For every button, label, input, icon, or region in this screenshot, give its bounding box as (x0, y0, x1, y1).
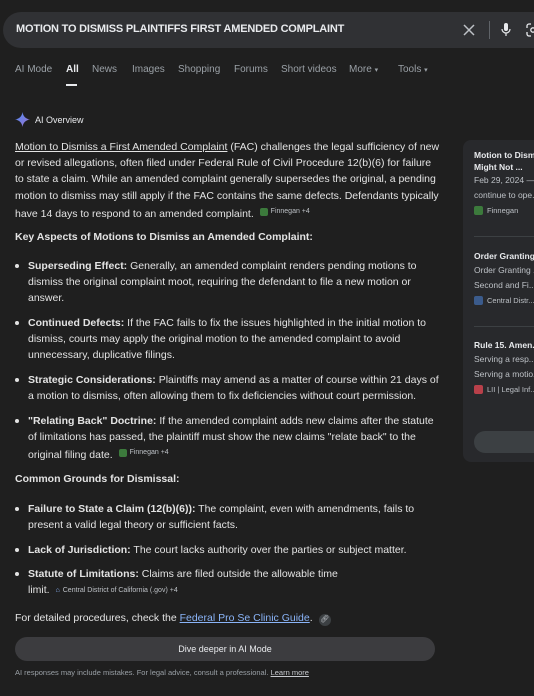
item-label: Continued Defects: (28, 316, 125, 329)
intro-link[interactable]: Motion to Dismiss a First Amended Compla… (15, 141, 227, 153)
tab-short-videos[interactable]: Short videos (281, 64, 337, 75)
finnegan-icon (474, 206, 483, 215)
search-results-page: MOTION TO DISMISS PLAINTIFFS FIRST AMEND… (0, 0, 534, 696)
tab-more[interactable]: More ▾ (349, 64, 378, 75)
search-tabs: AI Mode All News Images Shopping Forums … (0, 62, 534, 88)
source-chip-label: Finnegan +4 (270, 207, 310, 215)
item-text: The court lacks authority over the parti… (130, 543, 407, 556)
detail-suffix: . (309, 612, 313, 624)
item-text-cont: limit. (28, 584, 50, 597)
divider (474, 326, 534, 327)
grounds-list: Failure to State a Claim (12(b)(6)): The… (15, 501, 440, 608)
divider (474, 236, 534, 237)
tab-all[interactable]: All (66, 64, 79, 75)
clear-icon[interactable] (458, 12, 480, 48)
item-label: Superseding Effect: (28, 260, 128, 272)
search-query[interactable]: MOTION TO DISMISS PLAINTIFFS FIRST AMEND… (16, 23, 344, 35)
item-label: Strategic Considerations: (28, 373, 156, 386)
list-item: Strategic Considerations: Plaintiffs may… (15, 372, 440, 404)
chevron-down-icon: ▾ (374, 67, 379, 74)
active-tab-indicator (66, 84, 77, 86)
tab-tools[interactable]: Tools ▾ (398, 64, 428, 75)
source-site-label: Finnegan (487, 206, 519, 215)
tab-ai-mode[interactable]: AI Mode (15, 64, 52, 75)
source-title: Motion to Dismiss ... (474, 150, 534, 160)
key-aspects-heading: Key Aspects of Motions to Dismiss an Ame… (15, 231, 313, 243)
source-site-label: Central Distr... (487, 295, 534, 305)
link-icon[interactable]: 🔗︎ (318, 614, 331, 626)
dive-deeper-button[interactable]: Dive deeper in AI Mode (15, 637, 435, 661)
learn-more-link[interactable]: Learn more (271, 668, 309, 677)
list-item: Failure to State a Claim (12(b)(6)): The… (15, 501, 440, 533)
finnegan-icon (259, 207, 268, 216)
list-item: Continued Defects: If the FAC fails to f… (15, 315, 440, 364)
divider (489, 21, 490, 39)
courthouse-icon (474, 295, 483, 305)
key-aspects-list: Superseding Effect: Generally, an amende… (15, 258, 440, 472)
detail-prefix: For detailed procedures, check the (15, 612, 180, 624)
tab-more-label: More (349, 64, 372, 75)
item-label: Failure to State a Claim (12(b)(6)): (28, 503, 196, 515)
source-snippet: Order Granting ... (474, 264, 534, 275)
source-site: Central Distr... (474, 295, 534, 305)
lens-icon[interactable] (522, 12, 534, 48)
source-chip[interactable]: Finnegan +4 (118, 445, 169, 461)
lii-icon (474, 384, 483, 394)
microphone-icon[interactable] (495, 12, 517, 48)
item-label: Statute of Limitations: (28, 568, 139, 581)
sources-panel: Motion to Dismiss ... Might Not ... Feb … (463, 140, 534, 462)
list-item: Statute of Limitations: Claims are filed… (15, 566, 440, 599)
tab-images[interactable]: Images (132, 64, 165, 75)
detail-link[interactable]: Federal Pro Se Clinic Guide (180, 612, 310, 624)
item-label: Lack of Jurisdiction: (28, 543, 131, 556)
source-snippet: continue to ope... (474, 190, 534, 200)
list-item: Superseding Effect: Generally, an amende… (15, 258, 440, 307)
show-all-button[interactable] (474, 431, 534, 453)
disclaimer-text: AI responses may include mistakes. For l… (15, 668, 269, 677)
tab-shopping[interactable]: Shopping (178, 64, 220, 75)
item-label: "Relating Back" Doctrine: (28, 414, 157, 427)
list-item: "Relating Back" Doctrine: If the amended… (15, 413, 440, 464)
courthouse-icon: ⌂ (55, 587, 60, 595)
chevron-down-icon: ▾ (424, 67, 428, 74)
source-snippet: Second and Fi... (474, 279, 534, 290)
source-site: LII | Legal Inf... (474, 384, 534, 394)
detail-line: For detailed procedures, check the Feder… (15, 610, 440, 626)
source-site-label: LII | Legal Inf... (487, 384, 534, 394)
disclaimer: AI responses may include mistakes. For l… (15, 668, 309, 677)
ai-overview-title: AI Overview (35, 114, 84, 125)
source-chip-label: Central District of California (.gov) +4 (62, 587, 178, 595)
source-card[interactable]: Motion to Dismiss ... Might Not ... Feb … (474, 150, 534, 215)
tab-forums[interactable]: Forums (234, 64, 268, 75)
source-chip[interactable]: ⌂ Central District of California (.gov) +… (56, 583, 178, 599)
ai-overview-header: AI Overview (15, 112, 84, 127)
tab-tools-label: Tools (398, 64, 422, 75)
overview-intro: Motion to Dismiss a First Amended Compla… (15, 139, 440, 222)
list-item: Lack of Jurisdiction: The court lacks au… (15, 542, 440, 558)
source-card[interactable]: Order Granting ... Order Granting ... Se… (474, 251, 534, 305)
tab-news[interactable]: News (92, 64, 117, 75)
source-site: Finnegan (474, 206, 534, 215)
source-snippet: Serving a motio... (474, 368, 534, 379)
search-bar[interactable]: MOTION TO DISMISS PLAINTIFFS FIRST AMEND… (3, 12, 534, 48)
source-card[interactable]: Rule 15. Amen... Serving a resp... Servi… (474, 340, 534, 394)
finnegan-icon (118, 449, 127, 458)
grounds-heading: Common Grounds for Dismissal: (15, 473, 180, 485)
source-chip[interactable]: Finnegan +4 (259, 204, 310, 220)
item-text: Claims are filed outside the allowable t… (138, 568, 338, 581)
sparkle-icon (15, 112, 30, 127)
source-title-cont: Might Not ... (474, 161, 523, 172)
source-snippet: Serving a resp... (474, 353, 534, 364)
source-chip-label: Finnegan +4 (129, 448, 169, 456)
source-title: Rule 15. Amen... (474, 340, 534, 350)
source-snippet: Feb 29, 2024 — ... (474, 175, 534, 185)
source-title: Order Granting ... (474, 251, 534, 261)
